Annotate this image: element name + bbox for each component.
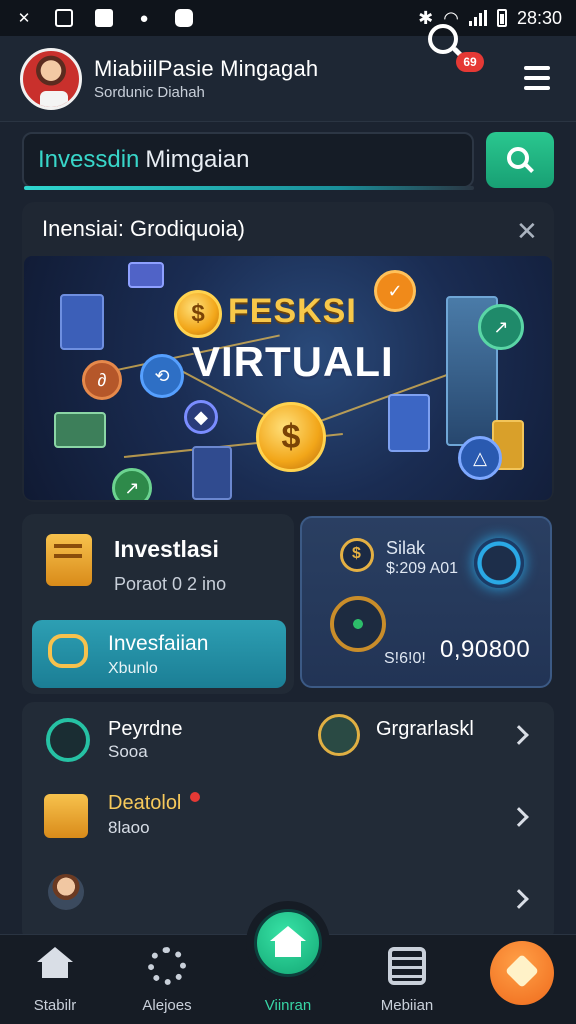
search-focus-underline (24, 186, 474, 190)
cash-stack-icon (54, 412, 106, 448)
scissors-icon: ✕ (17, 10, 31, 27)
nav-item-stabilr[interactable]: Stabilr (0, 935, 110, 1024)
document-icon (388, 394, 430, 452)
close-icon[interactable]: ✕ (516, 216, 538, 247)
balance-amount: 0,90800 (440, 636, 531, 663)
app-title: MiabiilPasie Mingagah (94, 56, 319, 81)
search-button[interactable] (486, 132, 554, 188)
shield-token-icon: ◆ (184, 400, 218, 434)
search-value-rest: Mimgaian (145, 146, 250, 173)
avatar[interactable] (20, 47, 82, 110)
check-token-icon: ✓ (374, 270, 416, 312)
balance-card[interactable]: Silak $:209 A01 S!6!0! 0,90800 (300, 516, 552, 688)
wallet-ring-icon[interactable] (474, 538, 524, 588)
list-item-title: Grgrarlaskl (376, 718, 474, 740)
app-subtitle: Sordunic Diahah (94, 84, 205, 101)
investment-title: Investlasi (114, 536, 219, 562)
balance-small-value: $:209 A01 (386, 560, 459, 577)
list-item-subtitle: Sooa (108, 742, 148, 761)
notification-badge: 69 (456, 52, 484, 72)
investment-card[interactable]: Investlasi Poraot 0 2 ino Invesfaiian Xb… (22, 514, 294, 694)
menu-button[interactable] (518, 62, 550, 94)
balance-label: S!6!0! (384, 650, 426, 667)
featured-banner[interactable]: ∂ ⟲ ◆ ↗ ✓ ↗ △ $ $ FESKSI VIRTUALI (24, 256, 552, 500)
search-bar: Invessdin Mimgaian (22, 132, 554, 190)
search-input[interactable]: Invessdin Mimgaian (22, 132, 474, 188)
investment-button[interactable]: Invesfaiian Xbunlo (32, 620, 286, 688)
investment-button-sublabel: Xbunlo (108, 660, 158, 677)
gear-icon (148, 947, 186, 985)
chat-bubble-icon (48, 634, 88, 668)
list-item-subtitle: 8laoo (108, 818, 150, 837)
document-icon (192, 446, 232, 500)
picture-icon (54, 8, 74, 28)
clock: 28:30 (516, 7, 562, 28)
banner-headline-2: VIRTUALI (192, 338, 394, 385)
folder-icon (44, 794, 88, 838)
mail-icon (174, 8, 194, 28)
chart-token-icon: ⟲ (140, 354, 184, 398)
investment-subtitle: Poraot 0 2 ino (114, 574, 227, 594)
chevron-right-icon (509, 889, 529, 909)
triangle-token-icon: △ (458, 436, 502, 480)
investment-button-label: Invesfaiian (108, 632, 209, 655)
dollar-coin-icon: $ (174, 290, 222, 338)
nav-label: Viinran (264, 997, 312, 1014)
app-header: MiabiilPasie Mingagah Sordunic Diahah (0, 36, 576, 122)
chevron-right-icon (509, 807, 529, 827)
list-item-title: Peyrdne (108, 718, 183, 740)
dollar-coin-icon: $ (256, 402, 326, 472)
chart-token-icon: ↗ (478, 304, 524, 350)
action-button[interactable] (490, 941, 554, 1005)
folder-icon (46, 534, 92, 586)
bottom-navigation: Stabilr Alejoes Viinran Mebiian (0, 901, 576, 1024)
signal-icon (468, 10, 487, 26)
growth-token-icon: ↗ (112, 468, 152, 500)
chat-icon: ● (139, 9, 149, 27)
battery-icon (496, 9, 507, 27)
list-item-title: Deatolol (108, 792, 182, 814)
person-icon (48, 874, 84, 910)
search-value-highlight: Invessdin (38, 146, 140, 173)
nav-item-mebiian[interactable]: Mebiian (352, 935, 462, 1024)
target-icon (46, 718, 90, 762)
featured-card: Inensiai: Grodiquoia) ✕ ∂ ⟲ ◆ ↗ ✓ ↗ △ $ … (22, 202, 554, 502)
flag-icon (94, 8, 114, 28)
chevron-right-icon (509, 725, 529, 745)
chart-panel-icon (128, 262, 164, 288)
nav-item-alejoes[interactable]: Alejoes (112, 935, 222, 1024)
nav-item-viinran[interactable]: Viinran (233, 935, 343, 1024)
dollar-coin-icon (340, 538, 374, 572)
chart-panel-icon (60, 294, 104, 350)
nav-label: Alejoes (142, 997, 192, 1014)
notification-dot (190, 792, 200, 802)
status-bar: ✕ ● ✱ ◠ 28:30 (0, 0, 576, 36)
banner-headline-1: FESKSI (228, 292, 357, 330)
menu-icon (524, 66, 550, 70)
nav-label: Stabilr (33, 997, 77, 1014)
balance-title: Silak (386, 538, 426, 558)
wallet-icon (318, 714, 360, 756)
house-icon (37, 947, 73, 978)
brush-icon (505, 954, 539, 988)
list-icon (388, 947, 426, 985)
dial-icon (330, 596, 386, 652)
featured-title: Inensiai: Grodiquoia) (42, 216, 246, 241)
nav-label: Mebiian (380, 997, 434, 1014)
candlestick-token-icon: ∂ (82, 360, 122, 400)
